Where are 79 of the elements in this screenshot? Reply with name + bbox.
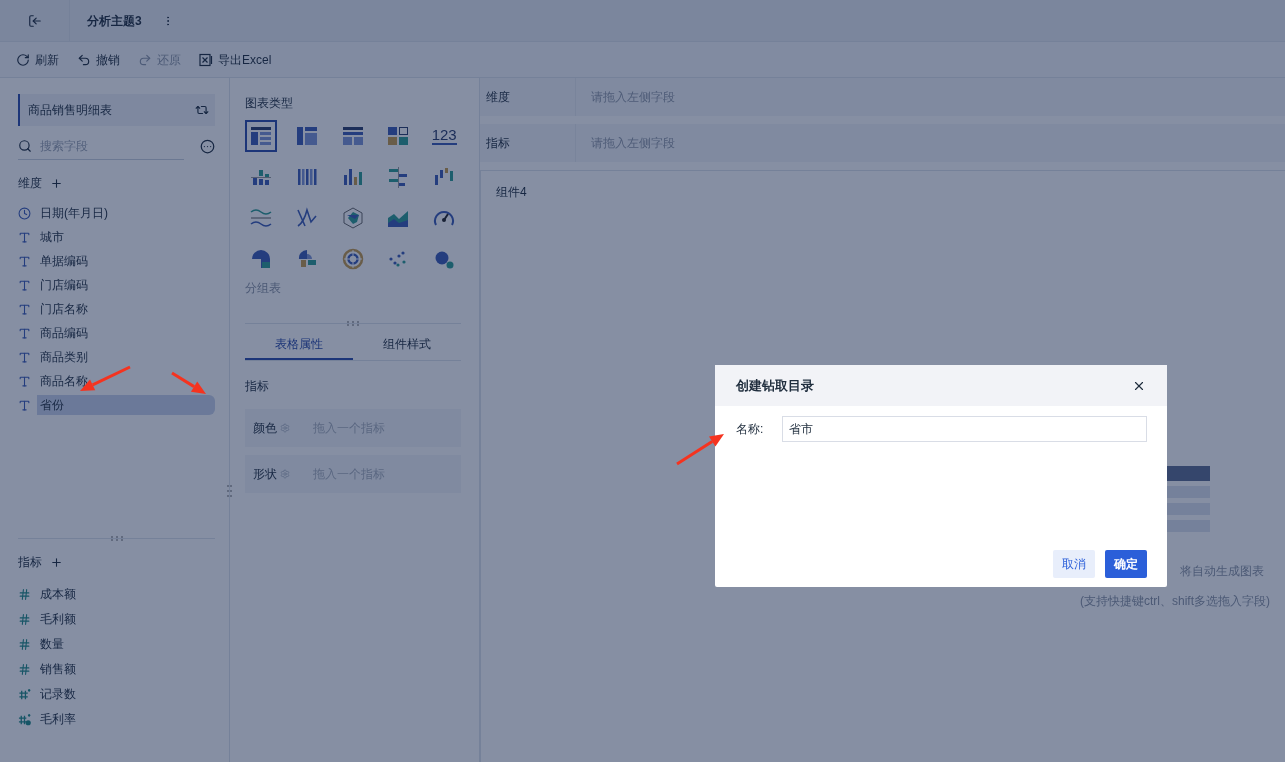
shelf-label: 维度 (480, 78, 576, 116)
chart-type-option[interactable]: 123 (428, 120, 461, 152)
field-item[interactable]: 毛利率 (40, 710, 76, 728)
window-title: 分析主题3 (87, 12, 142, 30)
text-type-icon (18, 230, 31, 244)
field-item[interactable]: 商品名称 (37, 371, 215, 391)
hash-icon (18, 662, 31, 676)
name-input[interactable]: 省市 (782, 416, 1147, 442)
drag-handle-icon[interactable] (227, 485, 232, 497)
field-item[interactable]: 销售额 (40, 660, 76, 678)
hash-icon (18, 587, 31, 601)
section-title: 指标 (18, 554, 42, 571)
text-type-icon (18, 326, 31, 340)
wave-lines-icon (249, 206, 273, 230)
field-item[interactable]: 数量 (40, 635, 64, 653)
text-type-icon (18, 374, 31, 388)
table-icon (249, 124, 273, 148)
component-title: 组件4 (496, 184, 528, 201)
hash-icon (18, 612, 31, 626)
empty-table-drawing (1164, 466, 1210, 534)
field-item[interactable]: 记录数 (40, 685, 76, 703)
field-item[interactable]: 商品编码 (37, 323, 215, 343)
field-item[interactable]: 门店名称 (37, 299, 215, 319)
annotation-arrow (676, 434, 724, 466)
spreadsheet-icon (199, 52, 213, 67)
annotation-arrow (171, 371, 206, 394)
pie-chart-icon (249, 247, 273, 271)
confirm-button[interactable]: 确定 (1105, 550, 1147, 578)
text-type-icon (18, 302, 31, 316)
field-item[interactable]: 日期(年月日) (37, 203, 215, 223)
toolbar-button[interactable]: 刷新 (16, 50, 59, 69)
add-icon[interactable] (50, 555, 63, 569)
clock-icon (18, 206, 31, 220)
drag-handle-icon[interactable] (110, 536, 123, 541)
sunburst-chart-icon (340, 247, 365, 271)
shelf-label: 指标 (480, 124, 576, 162)
switch-icon[interactable] (195, 103, 209, 117)
line-chart-icon (294, 206, 319, 230)
section-title: 维度 (18, 175, 42, 192)
dataset-selector[interactable]: 商品销售明细表 (18, 94, 215, 126)
drag-handle-icon[interactable] (347, 321, 359, 326)
field-item[interactable]: 城市 (37, 227, 215, 247)
field-item[interactable]: 省份 (37, 395, 215, 415)
field-label: 名称: (736, 421, 765, 438)
refresh-icon (16, 52, 30, 67)
text-type-icon (18, 254, 31, 268)
hash-function-icon (18, 712, 31, 726)
add-icon[interactable] (50, 176, 63, 190)
tab[interactable]: 表格属性 (245, 330, 353, 360)
field-item[interactable]: 商品类别 (37, 347, 215, 367)
group-table-icon (340, 124, 365, 148)
dataset-name: 商品销售明细表 (28, 102, 112, 119)
tab[interactable]: 组件样式 (353, 330, 461, 360)
dialog-title: 创建钻取目录 (736, 376, 814, 395)
hash-star-icon (18, 687, 31, 701)
hash-icon (18, 637, 31, 651)
slot-label: 颜色 (253, 420, 277, 437)
chart-type-option[interactable] (245, 120, 277, 152)
more-options-icon[interactable] (200, 138, 215, 154)
toolbar-button[interactable]: 导出Excel (199, 50, 272, 69)
section-title: 指标 (245, 378, 270, 395)
radar-chart-icon (340, 206, 365, 230)
slot-label: 形状 (253, 466, 277, 483)
field-item[interactable]: 毛利额 (40, 610, 76, 628)
field-item[interactable]: 成本额 (40, 585, 76, 603)
exit-icon (27, 13, 42, 28)
undo-icon (77, 52, 91, 67)
field-item[interactable]: 门店编码 (37, 275, 215, 295)
toolbar-button[interactable]: 撤销 (77, 50, 120, 69)
search-icon (18, 138, 32, 153)
section-title: 图表类型 (245, 95, 294, 112)
redo-icon (138, 52, 152, 67)
text-type-icon (18, 350, 31, 364)
cancel-button[interactable]: 取消 (1053, 550, 1095, 578)
text-type-icon (18, 278, 31, 292)
block-grid-icon (386, 124, 411, 148)
field-item[interactable]: 单据编码 (37, 251, 215, 271)
text-type-icon (18, 398, 31, 412)
cross-table-icon (294, 124, 319, 148)
